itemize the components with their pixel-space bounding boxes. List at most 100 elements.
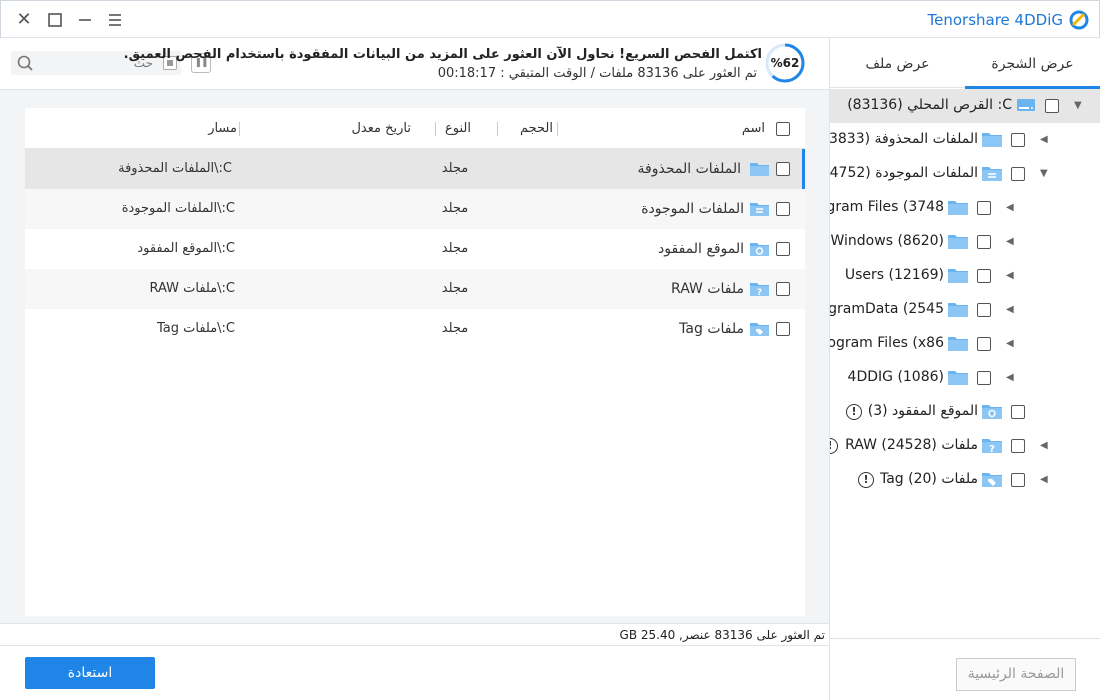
tree-item[interactable]: ◀ 4DDIG (1086) [830,361,1100,395]
row-checkbox[interactable] [776,202,790,216]
title-bar: ✕ Tenorshare 4DDiG [0,0,1100,38]
tree-item[interactable]: ▼ الملفات الموجودة (54752 [830,157,1100,191]
row-name: ملفات RAW [671,281,744,297]
tree-item-label: ملفات Tag (20) [879,471,978,487]
expand-arrow-icon[interactable]: ▼ [1040,168,1050,180]
lost-location-icon [750,243,769,256]
status-bar: تم العثور على 83136 عنصر, 25.40 GB [0,623,829,646]
tree-checkbox[interactable] [1011,405,1025,419]
tree-checkbox[interactable] [977,371,991,385]
folder-icon [948,199,968,216]
home-button[interactable]: الصفحة الرئيسية [956,658,1076,691]
recover-button[interactable]: استعادة [25,657,155,689]
row-path: C:\ملفات RAW [149,281,235,296]
tree-checkbox[interactable] [1045,99,1059,113]
tree-checkbox[interactable] [1011,439,1025,453]
scan-header: ❚❚ اكتمل الفحص السريع! نحاول الآن العثور… [0,38,829,90]
column-type[interactable]: النوع [445,121,471,136]
tab-tree-view[interactable]: عرض الشجرة [965,38,1100,89]
scan-status-detail: تم العثور على 83136 ملفات / الوقت المتبق… [437,66,757,81]
collapse-arrow-icon[interactable]: ◀ [1006,372,1016,384]
row-type: مجلد [441,281,469,296]
column-divider[interactable] [239,122,240,136]
collapse-arrow-icon[interactable]: ◀ [1040,440,1050,452]
row-checkbox[interactable] [776,162,790,176]
tree-item-label: الموقع المفقود (3) [867,403,978,419]
drive-icon [1016,97,1036,114]
row-name: الموقع المفقود [658,241,744,257]
svg-text:?: ? [757,288,762,297]
folder-icon [948,233,968,250]
menu-icon[interactable] [104,9,126,31]
tree-checkbox[interactable] [977,269,991,283]
scan-status-title: اكتمل الفحص السريع! نحاول الآن العثور عل… [123,47,762,62]
tree-checkbox[interactable] [977,235,991,249]
tree-item-label: C: القرص المحلي (83136) [847,97,1012,113]
tree-item[interactable]: ▼ C: القرص المحلي (83136) [830,89,1100,123]
tree-item[interactable]: ◀ Windows (8620) [830,225,1100,259]
tree-checkbox[interactable] [977,201,991,215]
raw-files-icon: ? [982,437,1002,455]
tree-item[interactable]: ◀ ملفات Tag (20)! [830,463,1100,497]
tree-item-label: Users (12169) [844,267,944,283]
close-icon[interactable]: ✕ [13,9,35,31]
expand-arrow-icon[interactable]: ▼ [1074,100,1084,112]
brand: Tenorshare 4DDiG [928,9,1089,31]
warning-icon[interactable]: ! [830,438,838,454]
column-divider[interactable] [435,122,436,136]
tree-item-label: 4DDIG (1086) [847,369,944,385]
tree-item[interactable]: ◀ Users (12169) [830,259,1100,293]
folder-icon [948,301,968,318]
warning-icon[interactable]: ! [846,404,862,420]
tree-item[interactable]: ◀ الملفات المحذوفة (3833) [830,123,1100,157]
tree-item-label: الملفات المحذوفة (3833) [830,131,978,147]
row-name: ملفات Tag [679,321,744,337]
collapse-arrow-icon[interactable]: ◀ [1040,134,1050,146]
column-name[interactable]: اسم [742,121,765,136]
tree-checkbox[interactable] [1011,473,1025,487]
column-size[interactable]: الحجم [520,121,553,136]
table-row[interactable]: ملفات Tag مجلد C:\ملفات Tag [25,309,805,349]
brand-name: Tenorshare 4DDiG [927,11,1063,29]
row-checkbox[interactable] [776,242,790,256]
column-path[interactable]: مسار [208,121,237,136]
row-path: C:\ملفات Tag [156,321,235,336]
row-path: C:\الموقع المفقود [137,241,235,256]
column-divider[interactable] [557,122,558,136]
search-icon[interactable] [17,55,33,71]
tree-item-label: ProgramData (2545 [830,301,944,317]
tag-files-icon [750,323,769,336]
tree-item[interactable]: ◀? ملفات RAW (24528)! [830,429,1100,463]
maximize-icon[interactable] [44,9,66,31]
row-path: C:\الملفات الموجودة [121,201,235,216]
tree-item-label: Program Files (x86 [830,335,944,351]
collapse-arrow-icon[interactable]: ◀ [1006,338,1016,350]
tree-item[interactable]: ◀ Program Files (x86 [830,327,1100,361]
tree-item[interactable]: ◀ ProgramData (2545 [830,293,1100,327]
minimize-icon[interactable] [74,9,96,31]
tab-file-view[interactable]: عرض ملف [830,38,965,88]
table-row[interactable]: ? ملفات RAW مجلد C:\ملفات RAW [25,269,805,309]
tree-item[interactable]: ◀ Program Files (3748 [830,191,1100,225]
collapse-arrow-icon[interactable]: ◀ [1006,270,1016,282]
row-checkbox[interactable] [776,322,790,336]
collapse-arrow-icon[interactable]: ◀ [1006,202,1016,214]
table-row[interactable]: الملفات المحذوفة مجلد C:\الملفات المحذوف… [25,149,805,189]
folder-tree: ▼ C: القرص المحلي (83136) ◀ الملفات المحذوف… [830,89,1100,679]
collapse-arrow-icon[interactable]: ◀ [1006,236,1016,248]
warning-icon[interactable]: ! [858,472,874,488]
tree-item[interactable]: الموقع المفقود (3)! [830,395,1100,429]
row-checkbox[interactable] [776,282,790,296]
select-all-checkbox[interactable] [776,122,790,136]
column-divider[interactable] [497,122,498,136]
tag-files-icon [982,471,1002,488]
tree-checkbox[interactable] [977,337,991,351]
collapse-arrow-icon[interactable]: ◀ [1040,474,1050,486]
tree-checkbox[interactable] [977,303,991,317]
column-modified[interactable]: تاريخ معدل [351,121,411,136]
collapse-arrow-icon[interactable]: ◀ [1006,304,1016,316]
tree-checkbox[interactable] [1011,167,1025,181]
tree-checkbox[interactable] [1011,133,1025,147]
table-row[interactable]: الملفات الموجودة مجلد C:\الملفات الموجود… [25,189,805,229]
table-row[interactable]: الموقع المفقود مجلد C:\الموقع المفقود [25,229,805,269]
